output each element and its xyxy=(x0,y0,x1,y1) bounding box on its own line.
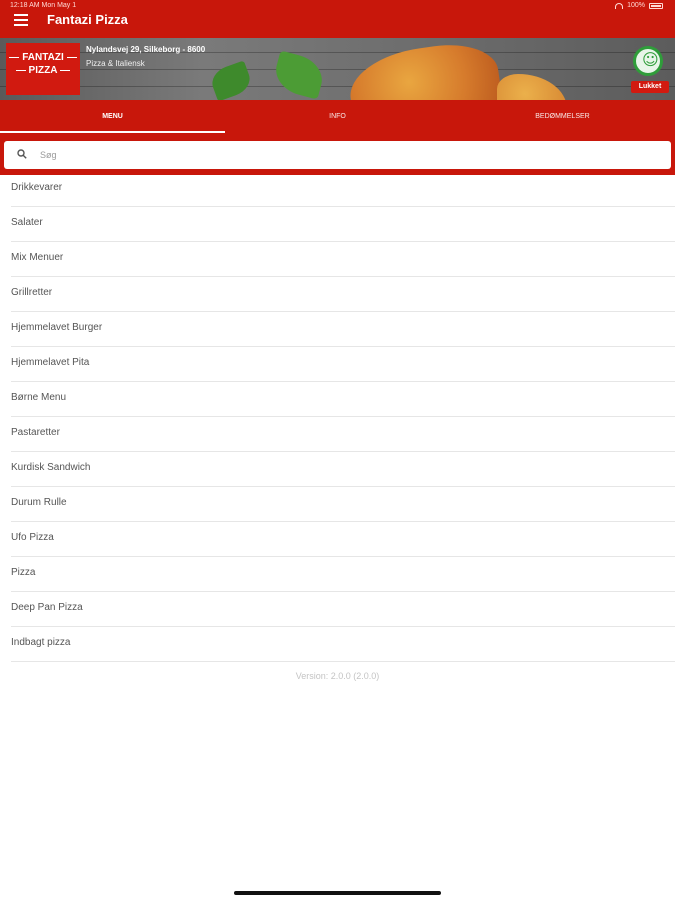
status-time: 12:18 AM Mon May 1 xyxy=(10,2,77,9)
tab-bar: MENU INFO BEDØMMELSER xyxy=(0,100,675,133)
menu-category-item[interactable]: Durum Rulle xyxy=(11,487,675,522)
status-bar: 12:18 AM Mon May 1 100% xyxy=(0,0,675,10)
menu-category-item[interactable]: Deep Pan Pizza xyxy=(11,592,675,627)
app-title: Fantazi Pizza xyxy=(47,12,128,27)
logo-text: FANTAZI xyxy=(6,51,80,64)
menu-category-item[interactable]: Indbagt pizza xyxy=(11,627,675,662)
screen: 12:18 AM Mon May 1 100% Fantazi Pizza FA… xyxy=(0,0,675,900)
basil-leaf-image xyxy=(270,50,328,100)
menu-category-item[interactable]: Ufo Pizza xyxy=(11,522,675,557)
basil-leaf-image xyxy=(208,60,254,100)
battery-percent: 100% xyxy=(627,2,645,9)
menu-category-item[interactable]: Pizza xyxy=(11,557,675,592)
tab-menu[interactable]: MENU xyxy=(0,100,225,133)
menu-category-item[interactable]: Pastaretter xyxy=(11,417,675,452)
menu-category-item[interactable]: Kurdisk Sandwich xyxy=(11,452,675,487)
smiley-badge-icon[interactable] xyxy=(633,46,663,76)
search-box[interactable] xyxy=(4,141,671,169)
search-icon xyxy=(17,149,27,159)
restaurant-address: Nylandsvej 29, Silkeborg - 8600 xyxy=(86,45,206,54)
app-version: Version: 2.0.0 (2.0.0) xyxy=(295,671,380,681)
app-bar: 12:18 AM Mon May 1 100% Fantazi Pizza xyxy=(0,0,675,38)
menu-icon[interactable] xyxy=(14,14,28,26)
restaurant-banner: FANTAZI PIZZA Nylandsvej 29, Silkeborg -… xyxy=(0,38,675,100)
wifi-icon xyxy=(615,2,624,9)
open-status-badge: Lukket xyxy=(631,81,669,93)
search-bar xyxy=(0,133,675,175)
menu-category-item[interactable]: Salater xyxy=(11,207,675,242)
menu-category-item[interactable]: Hjemmelavet Pita xyxy=(11,347,675,382)
home-indicator[interactable] xyxy=(234,891,441,895)
menu-category-item[interactable]: Hjemmelavet Burger xyxy=(11,312,675,347)
menu-category-item[interactable]: Drikkevarer xyxy=(11,172,675,207)
status-indicators: 100% xyxy=(615,2,663,9)
logo-text: PIZZA xyxy=(6,64,80,77)
search-input[interactable] xyxy=(40,145,640,165)
pizza-image xyxy=(345,38,505,100)
tab-reviews[interactable]: BEDØMMELSER xyxy=(450,100,675,133)
pizza-image xyxy=(497,74,567,100)
menu-category-item[interactable]: Børne Menu xyxy=(11,382,675,417)
battery-icon xyxy=(649,2,663,9)
tab-info[interactable]: INFO xyxy=(225,100,450,133)
menu-category-item[interactable]: Grillretter xyxy=(11,277,675,312)
menu-category-item[interactable]: Mix Menuer xyxy=(11,242,675,277)
restaurant-logo: FANTAZI PIZZA xyxy=(6,43,80,95)
menu-category-list: Drikkevarer Salater Mix Menuer Grillrett… xyxy=(0,172,675,662)
restaurant-cuisine: Pizza & Italiensk xyxy=(86,59,145,68)
